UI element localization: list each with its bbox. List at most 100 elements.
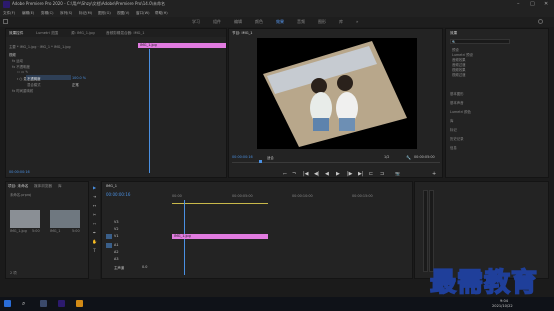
- workspace-tab-assembly[interactable]: 组件: [213, 19, 221, 25]
- source-timecode[interactable]: 00:00:00:16: [9, 170, 30, 174]
- work-area-bar[interactable]: [172, 203, 268, 204]
- playhead-line[interactable]: [149, 49, 150, 173]
- search-icon[interactable]: ⌕: [22, 300, 25, 308]
- wrench-icon[interactable]: 🔧: [406, 155, 411, 160]
- workspace-tab-editing[interactable]: 编辑: [234, 19, 242, 25]
- track-v2[interactable]: V2: [114, 227, 118, 231]
- slip-tool-icon[interactable]: ⇿: [91, 221, 98, 227]
- go-to-in-button[interactable]: |◀: [303, 171, 309, 177]
- source-patch-a1[interactable]: [106, 243, 112, 248]
- program-playhead[interactable]: [259, 160, 262, 163]
- timeline-clip[interactable]: IMG_1.jpg: [172, 234, 268, 239]
- section-essential-sound[interactable]: 基本声音: [450, 100, 464, 105]
- track-v3[interactable]: V3: [114, 220, 118, 224]
- selection-tool-icon[interactable]: ▶: [91, 185, 98, 191]
- quality-dropdown[interactable]: 1/2: [384, 155, 389, 159]
- tab-lumetri-scopes[interactable]: Lumetri 范围: [36, 31, 58, 36]
- program-scrubber[interactable]: [232, 162, 440, 163]
- menu-window[interactable]: 窗口(W): [136, 11, 150, 16]
- effects-search-input[interactable]: 🔍: [450, 39, 510, 44]
- section-essential-graphics[interactable]: 基本图形: [450, 91, 464, 96]
- track-a1[interactable]: A1: [114, 243, 118, 247]
- master-level[interactable]: 0.0: [142, 265, 147, 269]
- tab-libraries[interactable]: 库: [58, 184, 62, 189]
- task-view-icon[interactable]: [40, 300, 47, 307]
- effect-motion[interactable]: fx 运动: [12, 58, 23, 63]
- menu-marker[interactable]: 标记(M): [79, 11, 92, 16]
- menu-file[interactable]: 文件(F): [3, 11, 15, 16]
- menu-graphics[interactable]: 图形(G): [98, 11, 111, 16]
- section-info[interactable]: 信息: [450, 145, 457, 150]
- close-button[interactable]: ✕: [544, 1, 548, 7]
- premiere-taskbar-icon[interactable]: [58, 300, 65, 307]
- section-lumetri-color[interactable]: Lumetri 颜色: [450, 109, 471, 114]
- workspace-more-button[interactable]: »: [356, 19, 358, 24]
- workspace-tab-effects[interactable]: 效果: [276, 19, 284, 25]
- section-history[interactable]: 历史记录: [450, 136, 464, 141]
- ripple-edit-tool-icon[interactable]: ↔: [91, 203, 98, 209]
- section-libraries[interactable]: 库: [450, 118, 453, 123]
- thumbnail-2[interactable]: [50, 210, 80, 228]
- type-tool-icon[interactable]: T: [91, 248, 98, 254]
- export-frame-button[interactable]: 📷: [395, 171, 400, 176]
- track-a2[interactable]: A2: [114, 250, 118, 254]
- clock-date: 2021/10/22: [492, 304, 513, 308]
- step-back-button[interactable]: ◀|: [314, 171, 320, 177]
- blend-mode-select[interactable]: 正常: [72, 82, 79, 87]
- minimize-button[interactable]: –: [517, 1, 520, 7]
- ruler-label-1: 00:00:05:00: [232, 194, 253, 198]
- effect-time-remap[interactable]: fx 时间重映射: [12, 88, 33, 93]
- explorer-icon[interactable]: [76, 300, 83, 307]
- go-to-out-button[interactable]: ▶|: [358, 171, 364, 177]
- mark-in-button[interactable]: ⌐: [283, 171, 287, 177]
- menu-sequence[interactable]: 序列(S): [60, 11, 72, 16]
- menu-edit[interactable]: 编辑(E): [22, 11, 34, 16]
- program-monitor-tab[interactable]: 节目: IMG_1: [232, 31, 253, 36]
- workspace-tab-learn[interactable]: 学习: [192, 19, 200, 25]
- menu-help[interactable]: 帮助(H): [155, 11, 168, 16]
- pen-tool-icon[interactable]: ✒: [91, 230, 98, 236]
- workspace-tab-audio[interactable]: 音频: [297, 19, 305, 25]
- extract-button[interactable]: ⊐: [380, 171, 384, 177]
- workspace-tab-color[interactable]: 颜色: [255, 19, 263, 25]
- mark-out-button[interactable]: ¬: [292, 171, 296, 177]
- section-markers[interactable]: 标记: [450, 127, 457, 132]
- step-forward-button[interactable]: |▶: [347, 171, 353, 177]
- start-icon[interactable]: [4, 300, 11, 307]
- razor-tool-icon[interactable]: ✂: [91, 212, 98, 218]
- hand-tool-icon[interactable]: ✋: [91, 239, 98, 245]
- source-patch-v1[interactable]: [106, 234, 112, 239]
- add-button[interactable]: +: [432, 171, 436, 177]
- maximize-button[interactable]: □: [530, 1, 535, 7]
- tab-effect-controls[interactable]: 效果控件: [9, 31, 23, 36]
- timeline-tab[interactable]: IMG_1: [106, 184, 117, 188]
- opacity-value[interactable]: 100.0 %: [72, 76, 86, 80]
- workspace-tab-libraries[interactable]: 库: [339, 19, 343, 25]
- effect-controls-panel: 效果控件 Lumetri 范围 源: IMG_1.jpg 音频剪辑混合器: IM…: [5, 28, 227, 178]
- search-icon[interactable]: [538, 19, 543, 24]
- mask-tools[interactable]: ⬭ ▭ ✎: [17, 70, 28, 74]
- program-timecode[interactable]: 00:00:00:16: [232, 155, 253, 159]
- effect-opacity[interactable]: fx 不透明度: [12, 64, 30, 69]
- fit-dropdown[interactable]: 适合: [267, 155, 274, 160]
- play-button[interactable]: ▶: [336, 171, 340, 177]
- thumbnail-1[interactable]: [10, 210, 40, 228]
- tab-audio-mixer[interactable]: 音频剪辑混合器: IMG_1: [106, 31, 145, 36]
- workspace-tab-graphics[interactable]: 图形: [318, 19, 326, 25]
- tab-source[interactable]: 源: IMG_1.jpg: [71, 31, 95, 36]
- section-video: 视频: [9, 53, 16, 57]
- home-icon[interactable]: [3, 19, 8, 24]
- effects-tree-video-transitions[interactable]: 视频过渡: [452, 72, 466, 77]
- tab-media-browser[interactable]: 媒体浏览器: [34, 184, 52, 189]
- lift-button[interactable]: ⊏: [369, 171, 373, 177]
- track-select-tool-icon[interactable]: ⇥: [91, 194, 98, 200]
- blend-mode-label: 混合模式: [27, 83, 41, 87]
- tab-project[interactable]: 项目: 未命名: [8, 184, 28, 189]
- menu-clip[interactable]: 剪辑(C): [41, 11, 54, 16]
- meter-right: [429, 190, 434, 272]
- rewind-button[interactable]: ◀: [325, 171, 329, 177]
- track-v1[interactable]: V1: [114, 234, 118, 238]
- timeline-timecode[interactable]: 00:00:00:16: [106, 192, 130, 197]
- menu-view[interactable]: 视图(V): [117, 11, 129, 16]
- track-a3[interactable]: A3: [114, 257, 118, 261]
